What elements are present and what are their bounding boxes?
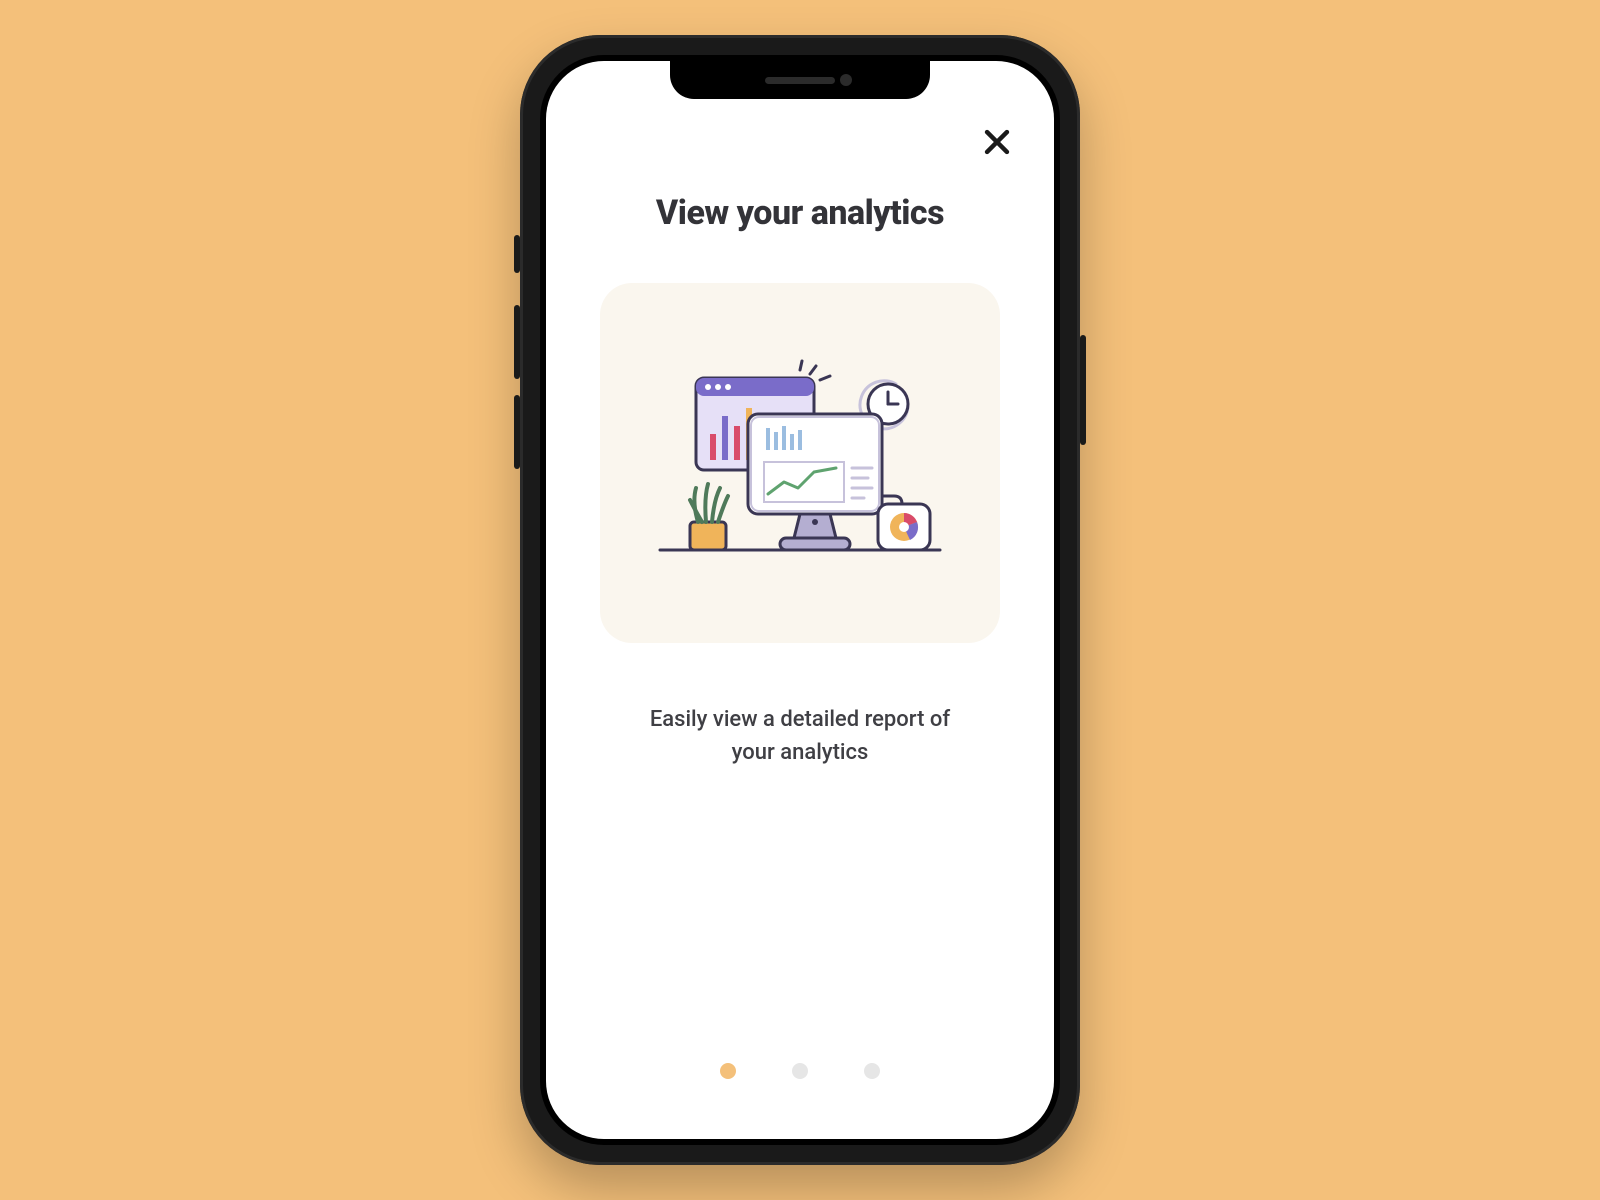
onboarding-subtitle: Easily view a detailed report of your an…: [586, 703, 1014, 769]
volume-down-button: [514, 395, 520, 469]
onboarding-title: View your analytics: [586, 193, 1014, 233]
phone-frame: View your analytics: [520, 35, 1080, 1165]
volume-up-button: [514, 305, 520, 379]
phone-notch: [670, 61, 930, 99]
speaker-grill: [765, 77, 835, 84]
illustration-card: [600, 283, 1000, 643]
onboarding-screen: View your analytics: [546, 61, 1054, 1139]
front-camera: [840, 74, 852, 86]
page-dot-2[interactable]: [792, 1063, 808, 1079]
phone-bezel: View your analytics: [540, 55, 1060, 1145]
page-dot-1[interactable]: [720, 1063, 736, 1079]
page-indicator: [586, 1063, 1014, 1089]
page-dot-3[interactable]: [864, 1063, 880, 1079]
power-button: [1080, 335, 1086, 445]
close-icon[interactable]: [980, 125, 1014, 159]
mute-switch: [514, 235, 520, 273]
phone-screen: View your analytics: [546, 61, 1054, 1139]
top-bar: [586, 121, 1014, 159]
analytics-dashboard-illustration-icon: [640, 336, 960, 590]
